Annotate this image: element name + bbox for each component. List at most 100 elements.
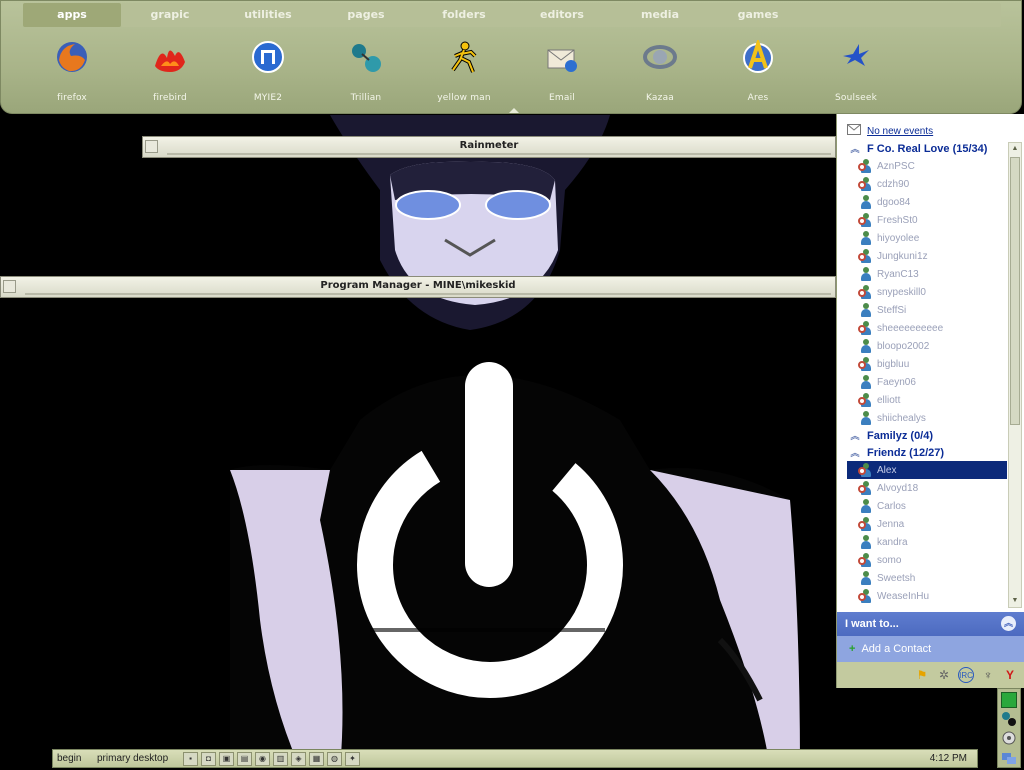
taskbar: begin primary desktop ▪ ◘ ▣ ▤ ◉ ▥ ◈ ▦ ◍ … — [52, 749, 978, 768]
dock-item-kazaa[interactable]: Kazaa — [611, 39, 709, 103]
tab-media[interactable]: media — [611, 3, 709, 27]
quick-launch-icon[interactable]: ✦ — [345, 752, 360, 766]
tab-pages[interactable]: pages — [317, 3, 415, 27]
dock-item-soulseek[interactable]: Soulseek — [807, 39, 905, 103]
dock-item-yellow-man[interactable]: yellow man — [415, 39, 513, 103]
contact-name: Carlos — [877, 500, 906, 512]
no-new-events-link[interactable]: No new events — [867, 126, 933, 137]
rainmeter-divider — [167, 153, 831, 155]
active-tab-pointer — [509, 108, 519, 113]
dock-item-ares[interactable]: Ares — [709, 39, 807, 103]
quick-launch-icon[interactable]: ◘ — [201, 752, 216, 766]
dock-label-myie2: MYIE2 — [253, 93, 283, 103]
quick-launch-icon[interactable]: ◈ — [291, 752, 306, 766]
trillian-icon — [348, 39, 384, 75]
contact-name: AznPSC — [877, 160, 915, 172]
contact-row[interactable]: FreshSt0 — [837, 211, 1009, 229]
scrollbar-thumb[interactable] — [1010, 157, 1020, 425]
network-icon[interactable] — [1001, 749, 1017, 765]
quick-launch-icon[interactable]: ◍ — [327, 752, 342, 766]
tab-games[interactable]: games — [709, 3, 807, 27]
taskbar-clock: 4:12 PM — [929, 753, 967, 764]
contact-row[interactable]: Carlos — [837, 497, 1009, 515]
dock-item-firefox[interactable]: firefox — [23, 39, 121, 103]
contact-group-header[interactable]: ︽ Familyz (0/4) — [837, 427, 1009, 444]
dock-item-trillian[interactable]: Trillian — [317, 39, 415, 103]
contact-row[interactable]: sheeeeeeeeee — [837, 319, 1009, 337]
green-box-icon[interactable] — [1001, 692, 1017, 708]
buddy-icon — [859, 231, 873, 245]
program-manager-title: Program Manager - MINE\mikeskid — [320, 280, 516, 291]
contact-row[interactable]: dgoo84 — [837, 193, 1009, 211]
buddy-icon — [859, 411, 873, 425]
yahoo-icon[interactable]: Y — [1002, 667, 1018, 683]
collapse-chevron-icon[interactable]: ︽ — [1001, 616, 1016, 631]
dock-icon-row: firefox firebird MYIE2 Trillian yellow m… — [23, 39, 905, 103]
contact-row[interactable]: Alex — [847, 461, 1007, 479]
contact-row[interactable]: Alvoyd18 — [837, 479, 1009, 497]
dock-label-firebird: firebird — [153, 93, 187, 103]
tab-editors[interactable]: editors — [513, 3, 611, 27]
scroll-up-arrow-icon[interactable]: ▲ — [1010, 143, 1020, 155]
program-manager-divider — [25, 293, 831, 295]
dock-item-email[interactable]: Email — [513, 39, 611, 103]
buddy-icon — [859, 499, 873, 513]
contact-row[interactable]: Sweetsh — [837, 569, 1009, 587]
trillian-tray-icon[interactable] — [1001, 711, 1017, 727]
contact-group-name: Friendz (12/27) — [867, 446, 945, 459]
gear-icon[interactable]: ✲ — [936, 667, 952, 683]
buddy-icon — [858, 553, 873, 567]
contact-name: bigbluu — [877, 358, 910, 370]
quick-launch-icon[interactable]: ▤ — [237, 752, 252, 766]
dock-item-firebird[interactable]: firebird — [121, 39, 219, 103]
contact-name: sheeeeeeeeee — [877, 322, 944, 334]
butterfly-icon[interactable]: ♆ — [980, 667, 996, 683]
contact-row[interactable]: SteffSi — [837, 301, 1009, 319]
dock-item-myie2[interactable]: MYIE2 — [219, 39, 317, 103]
aim-icon[interactable]: ⚑ — [914, 667, 930, 683]
buddy-icon — [859, 195, 873, 209]
contact-name: hiyoyolee — [877, 232, 920, 244]
disc-icon[interactable] — [1001, 730, 1017, 746]
quick-launch-icon[interactable]: ▦ — [309, 752, 324, 766]
add-contact-button[interactable]: + Add a Contact — [837, 636, 1024, 662]
contact-row[interactable]: somo — [837, 551, 1009, 569]
contact-row[interactable]: snypeskill0 — [837, 283, 1009, 301]
tab-grapic[interactable]: grapic — [121, 3, 219, 27]
mini-tray-panel — [997, 688, 1021, 768]
contact-row[interactable]: hiyoyolee — [837, 229, 1009, 247]
quick-launch-icon[interactable]: ▣ — [219, 752, 234, 766]
contact-row[interactable]: Jenna — [837, 515, 1009, 533]
contact-group-header[interactable]: ︽ F Co. Real Love (15/34) — [837, 140, 1009, 157]
irc-icon[interactable]: IRC — [958, 667, 974, 683]
i-want-to-header[interactable]: I want to... ︽ — [837, 612, 1024, 636]
contact-name: Jungkuni1z — [877, 250, 928, 262]
quick-launch-icon[interactable]: ◉ — [255, 752, 270, 766]
tab-apps[interactable]: apps — [23, 3, 121, 27]
program-manager-window-bar[interactable]: Program Manager - MINE\mikeskid — [0, 276, 836, 298]
contact-row[interactable]: WeaseInHu — [837, 587, 1009, 605]
contact-row[interactable]: AznPSC — [837, 157, 1009, 175]
contact-row[interactable]: elliott — [837, 391, 1009, 409]
tab-utilities[interactable]: utilities — [219, 3, 317, 27]
contact-row[interactable]: kandra — [837, 533, 1009, 551]
contact-row[interactable]: shiichealys — [837, 409, 1009, 427]
scroll-down-arrow-icon[interactable]: ▼ — [1010, 595, 1020, 607]
contact-name: Faeyn06 — [877, 376, 916, 388]
contact-row[interactable]: Jungkuni1z — [837, 247, 1009, 265]
contact-list-scrollbar[interactable]: ▲ ▼ — [1008, 142, 1022, 608]
contact-row[interactable]: bloopo2002 — [837, 337, 1009, 355]
buddy-icon — [858, 393, 873, 407]
tab-folders[interactable]: folders — [415, 3, 513, 27]
contact-row[interactable]: RyanC13 — [837, 265, 1009, 283]
rainmeter-window-bar[interactable]: Rainmeter — [142, 136, 836, 158]
contact-row[interactable]: bigbluu — [837, 355, 1009, 373]
dock-tabs: apps grapic utilities pages folders edit… — [23, 3, 807, 27]
contact-row[interactable]: Faeyn06 — [837, 373, 1009, 391]
quick-launch-icon[interactable]: ▥ — [273, 752, 288, 766]
contact-row[interactable]: cdzh90 — [837, 175, 1009, 193]
quick-launch-icon[interactable]: ▪ — [183, 752, 198, 766]
contact-group-header[interactable]: ︽ Friendz (12/27) — [837, 444, 1009, 461]
contact-groups: ︽ F Co. Real Love (15/34) AznPSC cdzh90 dgoo… — [837, 140, 1009, 605]
begin-button[interactable]: begin — [57, 753, 81, 764]
